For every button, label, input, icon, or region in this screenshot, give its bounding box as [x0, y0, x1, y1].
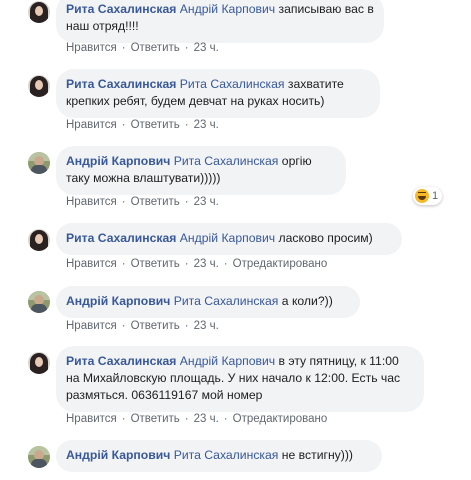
- comment-actions: Нравится · Ответить · 23 ч.: [66, 42, 219, 54]
- comment-bubble: Рита Сахалинская Андрій Карпович записыв…: [56, 0, 384, 43]
- like-link[interactable]: Нравится: [66, 119, 117, 131]
- comment-bubble: Рита Сахалинская Рита Сахалинская захват…: [56, 69, 380, 118]
- comment-actions: Нравится · Ответить · 23 ч. · Отредактировано: [66, 258, 328, 270]
- avatar[interactable]: [28, 291, 50, 313]
- comment-author[interactable]: Андрій Карпович: [66, 448, 170, 462]
- comment-text: не встигну))): [278, 448, 353, 462]
- haha-emoji-icon: [415, 189, 429, 203]
- comment-mention[interactable]: Рита Сахалинская: [174, 448, 279, 462]
- like-link[interactable]: Нравится: [66, 320, 117, 332]
- like-link[interactable]: Нравится: [66, 258, 117, 270]
- timestamp-link[interactable]: 23 ч.: [194, 42, 219, 54]
- comment-mention[interactable]: Андрій Карпович: [180, 354, 275, 368]
- comment-actions: Нравится · Ответить · 23 ч.: [66, 320, 219, 332]
- avatar[interactable]: [28, 75, 50, 97]
- like-link[interactable]: Нравится: [66, 42, 117, 54]
- avatar[interactable]: [28, 352, 50, 374]
- comment-actions: Нравится · Ответить · 23 ч. · Отредактировано: [66, 413, 328, 425]
- timestamp-link[interactable]: 23 ч.: [194, 320, 219, 332]
- comment-author[interactable]: Рита Сахалинская: [66, 77, 176, 91]
- comment-actions: Нравится · Ответить · 23 ч.: [66, 196, 219, 208]
- timestamp-link[interactable]: 23 ч.: [194, 258, 219, 270]
- reply-link[interactable]: Ответить: [131, 258, 180, 270]
- comment-author[interactable]: Рита Сахалинская: [66, 2, 176, 16]
- timestamp-link[interactable]: 23 ч.: [194, 119, 219, 131]
- comment-text: ласково просим): [275, 231, 373, 245]
- timestamp-link[interactable]: 23 ч.: [194, 413, 219, 425]
- comment-bubble: Андрій Карпович Рита Сахалинская оргію т…: [56, 146, 346, 195]
- comment-mention[interactable]: Рита Сахалинская: [174, 154, 279, 168]
- reply-link[interactable]: Ответить: [131, 196, 180, 208]
- avatar[interactable]: [28, 152, 50, 174]
- comment-bubble: Рита Сахалинская Андрій Карпович в эту п…: [56, 346, 424, 412]
- comment-author[interactable]: Андрій Карпович: [66, 294, 170, 308]
- edited-link[interactable]: Отредактировано: [233, 258, 328, 270]
- like-link[interactable]: Нравится: [66, 413, 117, 425]
- comment-author[interactable]: Рита Сахалинская: [66, 231, 176, 245]
- avatar[interactable]: [28, 446, 50, 468]
- reply-link[interactable]: Ответить: [131, 413, 180, 425]
- reply-link[interactable]: Ответить: [131, 320, 180, 332]
- reply-link[interactable]: Ответить: [131, 42, 180, 54]
- comment-bubble: Рита Сахалинская Андрій Карпович ласково…: [56, 223, 402, 255]
- reply-link[interactable]: Ответить: [131, 119, 180, 131]
- timestamp-link[interactable]: 23 ч.: [194, 196, 219, 208]
- comment-mention[interactable]: Андрій Карпович: [180, 2, 275, 16]
- edited-link[interactable]: Отредактировано: [233, 413, 328, 425]
- comment-mention[interactable]: Андрій Карпович: [180, 231, 275, 245]
- comment-mention[interactable]: Рита Сахалинская: [174, 294, 279, 308]
- reaction-count-label: 1: [432, 190, 439, 202]
- comment-author[interactable]: Андрій Карпович: [66, 154, 170, 168]
- comment-actions: Нравится · Ответить · 23 ч.: [66, 119, 219, 131]
- comment-author[interactable]: Рита Сахалинская: [66, 354, 176, 368]
- like-link[interactable]: Нравится: [66, 196, 117, 208]
- reaction-count[interactable]: 1: [413, 187, 443, 205]
- avatar[interactable]: [28, 1, 50, 23]
- comment-mention[interactable]: Рита Сахалинская: [180, 77, 285, 91]
- avatar[interactable]: [28, 229, 50, 251]
- comment-bubble: Андрій Карпович Рита Сахалинская а коли?…: [56, 286, 360, 318]
- comment-text: а коли?)): [278, 294, 333, 308]
- comment-bubble: Андрій Карпович Рита Сахалинская не всти…: [56, 440, 382, 472]
